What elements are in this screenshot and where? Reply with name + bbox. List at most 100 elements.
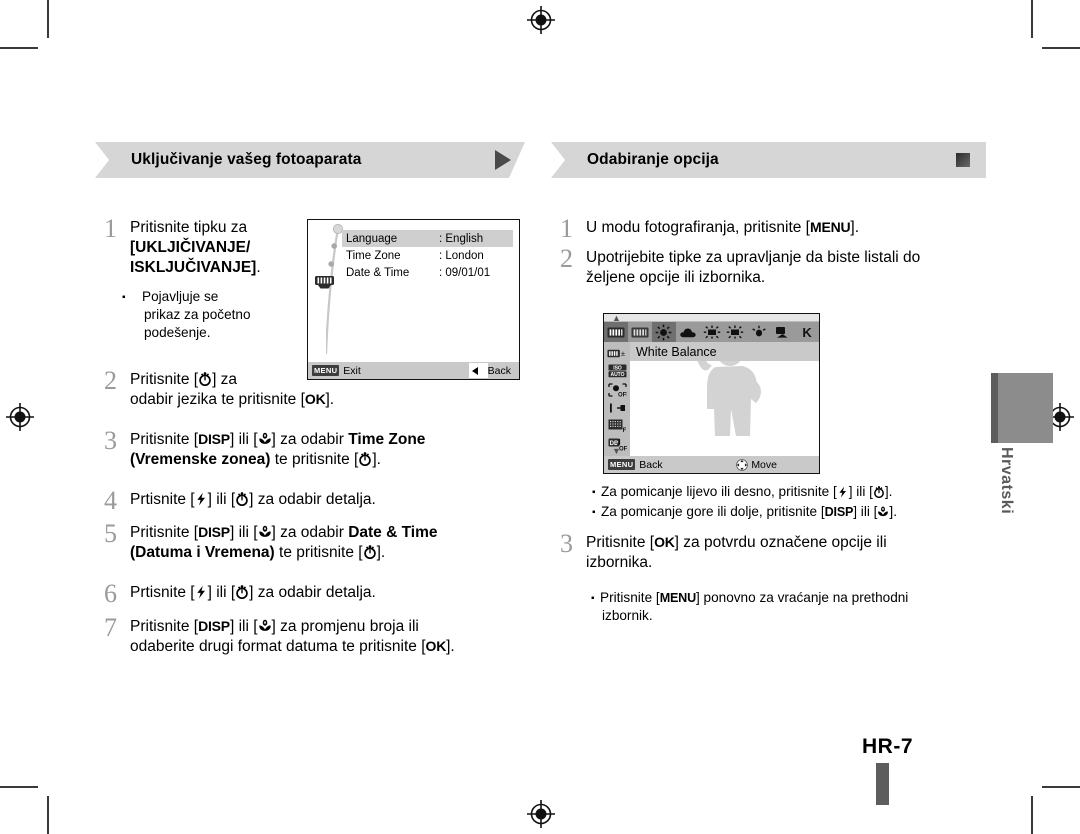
step-seg-2: ] ili [	[229, 618, 258, 635]
row-value: : London	[439, 249, 484, 262]
note-line: Pojavljuje se	[133, 288, 323, 306]
step-text: U modu fotografiranja, pritisnite [MENU]…	[586, 218, 859, 238]
setup-row-timezone[interactable]: Time Zone : London	[342, 247, 513, 264]
step-number: 1	[104, 214, 117, 243]
macro-icon	[258, 525, 271, 537]
step-7-left: 7 Pritisnite [DISP] ili [] za promjenu b…	[104, 615, 534, 657]
disp-key-label: DISP	[198, 524, 230, 540]
face-detection-off-icon[interactable]: OFF	[607, 383, 627, 397]
note-seg-1: Za pomicanje lijevo ili desno, pritisnit…	[601, 484, 837, 499]
note-seg-1: Pritisnite [	[600, 590, 660, 605]
macro-icon	[878, 506, 889, 517]
wb-kelvin-label[interactable]: K	[795, 322, 819, 342]
step-line-1: Pritisnite tipku za	[130, 219, 248, 236]
row-label: Language	[346, 232, 398, 245]
bullet-icon	[592, 503, 601, 521]
step-4-left: 4 Prtisnite [] ili [] za odabir detalja.	[104, 486, 529, 515]
term-time-zone: Time Zone	[348, 431, 426, 448]
manual-page: Uključivanje vašeg fotoaparata Odabiranj…	[0, 0, 1080, 834]
scroll-rail-top	[604, 314, 819, 322]
section-header-right: Odabiranje opcija	[551, 142, 986, 178]
exposure-value-icon[interactable]: ±	[607, 346, 627, 360]
wb-fluorescent-l-icon[interactable]	[723, 322, 747, 342]
crop-mark-bottom-left-vertical	[47, 796, 49, 834]
step-seg-5: ].	[376, 544, 386, 562]
disp-key-label: DISP	[198, 618, 230, 634]
wb-sunny-icon[interactable]	[651, 322, 676, 342]
step-seg-2: ] ili [	[207, 491, 236, 508]
bullet-icon	[133, 288, 142, 306]
step-seg-1: Pritisnite [	[130, 524, 199, 541]
step-number: 1	[560, 214, 573, 243]
step-seg-1: U modu fotografiranja, pritisnite [	[586, 219, 810, 236]
row-label: Date & Time	[346, 266, 410, 279]
iso-auto-icon[interactable]: ISO AUTO	[607, 364, 627, 378]
dpad-icon	[736, 459, 749, 471]
camera-settings-sidebar: ± ISOAUTO OFF F DBOFF	[604, 342, 630, 456]
wb-auto-icon[interactable]	[604, 322, 628, 342]
setup-row-datetime[interactable]: Date & Time : 09/01/01	[342, 264, 513, 281]
step-6-left: 6 Prtisnite [] ili [] za odabir detalja.	[104, 579, 529, 608]
step-3-right: 3 Pritisnite [OK] za potvrdu označene op…	[560, 531, 985, 573]
step-seg-3: ] za odabir detalja.	[249, 584, 376, 601]
step-seg-1: Prtisnite [	[130, 491, 195, 508]
step-line-2: željene opcije ili izbornika.	[586, 269, 766, 287]
chevron-up-icon: ▲	[612, 313, 621, 323]
wb-tungsten-icon[interactable]	[747, 322, 771, 342]
step-seg-2: ] ili [	[229, 431, 258, 448]
step-2-left: 2 Pritisnite [] za odabir jezika te prit…	[104, 368, 524, 410]
section-title-left: Uključivanje vašeg fotoaparata	[131, 151, 362, 168]
step-5-left: 5 Pritisnite [DISP] ili [] za odabir Dat…	[104, 521, 529, 563]
wb-fluorescent-h-icon[interactable]	[700, 322, 724, 342]
svg-text:OFF: OFF	[618, 392, 627, 397]
svg-text:±: ±	[621, 349, 625, 358]
step-seg-3: odabir jezika te pritisnite [	[130, 391, 305, 409]
timer-icon	[236, 492, 248, 507]
step-2-right: 2 Upotrijebite tipke za upravljanje da b…	[560, 246, 985, 288]
move-label: Move	[751, 458, 777, 471]
step-seg-4: ].	[325, 391, 335, 409]
setup-menu-rows: Language : English Time Zone : London Da…	[342, 230, 513, 281]
step-seg-1: Pritisnite [	[130, 371, 199, 388]
note-text-2: prikaz za početno	[144, 306, 251, 322]
step-text: Pritisnite [DISP] ili [] za odabir Time …	[130, 430, 425, 470]
term-date-time: Date & Time	[348, 524, 438, 541]
crop-mark-top-left-horizontal	[0, 47, 38, 49]
crop-mark-bottom-right-horizontal	[1042, 786, 1080, 788]
ok-key-label: OK	[654, 534, 675, 550]
setup-row-language[interactable]: Language : English	[342, 230, 513, 247]
step-number: 6	[104, 579, 117, 608]
step-text: Prtisnite [] ili [] za odabir detalja.	[130, 490, 376, 510]
step-seg-4: te pritisnite [	[270, 451, 359, 469]
step-1-left: 1 Pritisnite tipku za [UKLJIČIVANJE/ ISK…	[104, 214, 319, 278]
step-seg-3: izbornika.	[586, 554, 653, 572]
svg-text:ISO: ISO	[613, 366, 622, 372]
row-value: : 09/01/01	[439, 266, 491, 279]
lcd-white-balance: ▲ K ± ISO AUTO OF F DB OF White Balance …	[603, 313, 820, 474]
step-seg-2: ].	[850, 219, 860, 236]
step-seg-1: Pritisnite [	[130, 431, 199, 448]
timer-icon	[199, 372, 211, 387]
wb-cloudy-icon[interactable]	[676, 322, 700, 342]
step-seg-2: ] ili [	[207, 584, 236, 601]
language-tab-block	[991, 373, 1053, 443]
memory-card-icon	[314, 274, 334, 289]
registration-mark-top	[526, 5, 556, 35]
step-seg-5: ].	[372, 451, 381, 469]
menu-button-chip[interactable]: MENU	[608, 459, 636, 470]
step-3-note: Pritisnite [MENU] ponovno za vraćanje na…	[591, 589, 986, 625]
ok-key-label: OK	[425, 638, 447, 655]
header-trim	[509, 142, 525, 178]
person-silhouette-icon	[697, 361, 761, 436]
metering-icon[interactable]: F	[607, 419, 627, 433]
menu-key-label: MENU	[659, 591, 696, 605]
wb-custom-icon[interactable]	[771, 322, 795, 342]
step-number: 4	[104, 486, 117, 515]
step-seg-2: ] ili [	[229, 524, 258, 541]
timer-icon	[873, 486, 884, 499]
macro-icon	[258, 432, 271, 444]
wb-daylight-bar-icon[interactable]	[628, 322, 652, 342]
kelvin-text: K	[802, 324, 812, 340]
note-text-1: Pojavljuje se	[142, 289, 219, 304]
focus-area-icon[interactable]	[607, 401, 627, 415]
